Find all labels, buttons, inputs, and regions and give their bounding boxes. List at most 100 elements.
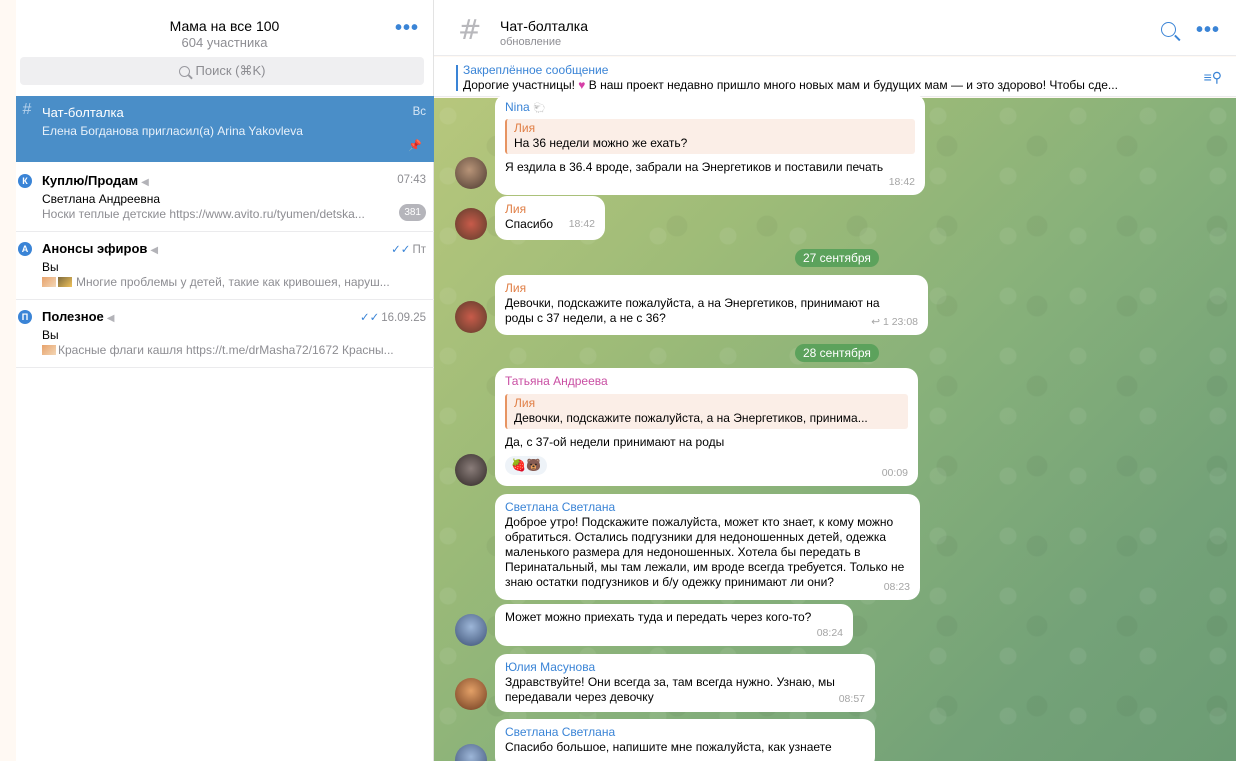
chat-preview: Носки теплые детские https://www.avito.r…	[42, 207, 365, 221]
message-text: Здравствуйте! Они всегда за, там всегда …	[505, 675, 835, 704]
message-text: Девочки, подскажите пожалуйста, а на Эне…	[505, 296, 880, 325]
chat-item-kuplyu-prodam[interactable]: К Куплю/Продам ◀︎ 07:43 Светлана Андреевн…	[16, 164, 434, 232]
search-icon[interactable]	[1161, 22, 1176, 37]
chat-header-title[interactable]: Чат-болталка	[500, 18, 588, 34]
avatar[interactable]	[455, 678, 487, 710]
chat-item-chat-boltalka[interactable]: # Чат-болталка Вс Елена Богданова пригла…	[16, 96, 434, 162]
pinned-text: Дорогие участницы! ♥ В наш проект недавн…	[463, 78, 1118, 92]
more-icon[interactable]: •••	[395, 18, 419, 38]
chat-preview: Красные флаги кашля https://t.me/drMasha…	[42, 343, 397, 357]
sidebar: Мама на все 100 604 участника ••• Поиск …	[16, 0, 434, 761]
media-thumbnail	[42, 345, 56, 355]
mute-icon: ◀︎	[141, 177, 149, 188]
message-author: Nina 🐑	[505, 100, 546, 114]
message-time: 08:23	[883, 581, 910, 593]
avatar[interactable]	[455, 208, 487, 240]
topic-icon: П	[18, 310, 32, 324]
message-bubble[interactable]: Может можно приехать туда и передать чер…	[495, 604, 853, 646]
chat-pane: # Чат-болталка обновление ••• Закреплённ…	[434, 0, 1236, 761]
message-author: Светлана Светлана	[505, 500, 616, 514]
quote-author: Лия	[514, 121, 536, 135]
message-bubble[interactable]: Лия Спасибо 18:42	[495, 196, 605, 240]
message-author: Юлия Масунова	[505, 660, 596, 674]
date-separator: 28 сентября	[795, 344, 879, 362]
message-text: Да, с 37-ой недели принимают на роды	[505, 435, 725, 449]
chat-background: Nina 🐑 Лия На 36 недели можно же ехать? …	[434, 94, 1236, 761]
quote-author: Лия	[514, 396, 536, 410]
search-icon	[178, 65, 190, 77]
reply-quote[interactable]: Лия Девочки, подскажите пожалуйста, а на…	[505, 394, 908, 429]
message-text: Я ездила в 36.4 вроде, забрали на Энерге…	[505, 160, 884, 174]
chat-title: Чат-болталка	[42, 105, 124, 120]
avatar[interactable]	[455, 744, 487, 761]
avatar[interactable]	[455, 301, 487, 333]
message-time: 08:57	[838, 693, 865, 705]
message-bubble[interactable]: Светлана Светлана Доброе утро! Подскажит…	[495, 494, 920, 600]
message-bubble[interactable]: Nina 🐑 Лия На 36 недели можно же ехать? …	[495, 94, 925, 195]
chat-time: Вс	[412, 106, 426, 118]
message-bubble[interactable]: Татьяна Андреева Лия Девочки, подскажите…	[495, 368, 918, 486]
chat-title: Полезное ◀︎	[42, 309, 115, 324]
media-thumbnail	[58, 277, 72, 287]
chat-header: # Чат-болталка обновление •••	[434, 0, 1236, 56]
chat-item-poleznoe[interactable]: П Полезное ◀︎ ✓✓ 16.09.25 Вы Красные флаги…	[16, 300, 434, 368]
chat-time: ✓✓ 16.09.25	[359, 312, 426, 324]
hash-icon: #	[458, 13, 482, 46]
message-author: Лия	[505, 281, 527, 295]
message-text: Спасибо большое, напишите мне пожалуйста…	[505, 740, 832, 754]
message-time: 08:24	[816, 627, 843, 639]
chat-sender: Вы	[42, 260, 59, 274]
chat-item-anonsy-efirov[interactable]: А Анонсы эфиров ◀︎ ✓✓ Пт Вы Многие проблем…	[16, 232, 434, 300]
message-bubble[interactable]: Юлия Масунова Здравствуйте! Они всегда з…	[495, 654, 875, 712]
chat-title: Куплю/Продам ◀︎	[42, 173, 149, 188]
reactions[interactable]: 🍓🐻	[505, 456, 547, 475]
message-author: Татьяна Андреева	[505, 374, 608, 388]
chat-time: ✓✓ Пт	[391, 244, 426, 256]
reply-quote[interactable]: Лия На 36 недели можно же ехать?	[505, 119, 915, 154]
group-member-count: 604 участника	[181, 35, 268, 50]
message-time: ↩ 1 23:08	[871, 316, 918, 328]
media-thumbnail	[42, 277, 56, 287]
message-text: Может можно приехать туда и передать чер…	[505, 610, 812, 624]
more-icon[interactable]: •••	[1196, 20, 1220, 40]
topic-icon: А	[18, 242, 32, 256]
mute-icon: ◀︎	[150, 245, 159, 256]
reaction-bear-icon[interactable]: 🐻	[526, 458, 541, 472]
message-bubble[interactable]: Светлана Светлана Спасибо большое, напиш…	[495, 719, 875, 761]
message-time: 18:42	[888, 176, 915, 188]
pinned-indicator	[456, 65, 458, 91]
chat-sender: Светлана Андреевна	[42, 192, 161, 206]
sidebar-header: Мама на все 100 604 участника •••	[16, 0, 433, 54]
replies-count: ↩ 1	[871, 316, 889, 328]
telegram-window: Мама на все 100 604 участника ••• Поиск …	[16, 0, 1236, 761]
pin-icon: 📌	[408, 140, 422, 152]
quote-text: Девочки, подскажите пожалуйста, а на Эне…	[514, 411, 868, 425]
avatar[interactable]	[455, 454, 487, 486]
message-time: 00:09	[881, 467, 908, 479]
avatar[interactable]	[455, 614, 487, 646]
chat-title: Анонсы эфиров ◀︎	[42, 241, 159, 256]
topic-icon: К	[18, 174, 32, 188]
chat-sender: Вы	[42, 328, 59, 342]
pinned-title: Закреплённое сообщение	[463, 63, 609, 77]
chat-list: # Чат-болталка Вс Елена Богданова пригла…	[16, 96, 434, 368]
read-check-icon: ✓✓	[391, 244, 411, 256]
pinned-message-bar[interactable]: Закреплённое сообщение Дорогие участницы…	[434, 57, 1236, 97]
unread-badge: 381	[399, 204, 426, 221]
chat-preview: Елена Богданова пригласил(а) Arina Yakov…	[42, 124, 303, 138]
avatar[interactable]	[455, 157, 487, 189]
quote-text: На 36 недели можно же ехать?	[514, 136, 688, 150]
message-text: Доброе утро! Подскажите пожалуйста, може…	[505, 515, 905, 589]
reaction-strawberry-icon[interactable]: 🍓	[511, 458, 526, 472]
chat-header-subtitle: обновление	[500, 36, 562, 48]
message-time: 18:42	[568, 218, 595, 230]
search-input[interactable]: Поиск (⌘K)	[20, 57, 424, 85]
message-author: Лия	[505, 202, 527, 216]
message-author: Светлана Светлана	[505, 725, 616, 739]
group-title[interactable]: Мама на все 100	[16, 18, 433, 34]
hash-icon: #	[22, 101, 32, 118]
search-placeholder: Поиск (⌘K)	[195, 63, 266, 78]
read-check-icon: ✓✓	[359, 312, 380, 324]
pinned-list-icon[interactable]: ≡⚲	[1204, 69, 1222, 86]
message-bubble[interactable]: Лия Девочки, подскажите пожалуйста, а на…	[495, 275, 928, 335]
